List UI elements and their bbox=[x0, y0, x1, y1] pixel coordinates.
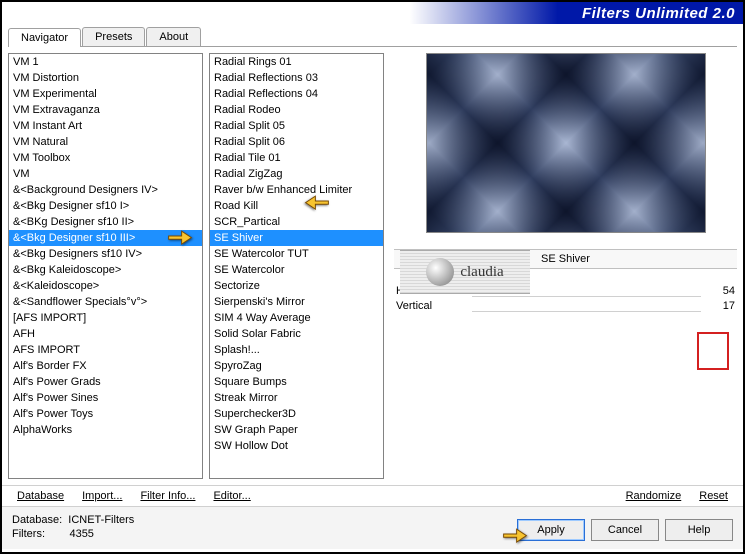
list-item[interactable]: &<Sandflower Specials°v°> bbox=[9, 294, 202, 310]
list-item[interactable]: Alf's Power Grads bbox=[9, 374, 202, 390]
preview-image bbox=[426, 53, 706, 233]
list-item[interactable]: Radial Split 06 bbox=[210, 134, 383, 150]
list-item[interactable]: Radial Tile 01 bbox=[210, 150, 383, 166]
list-item[interactable]: SE Watercolor TUT bbox=[210, 246, 383, 262]
list-item[interactable]: Alf's Power Toys bbox=[9, 406, 202, 422]
status-bar: Database: ICNET-Filters Filters: 4355 Ap… bbox=[2, 506, 743, 549]
filter-listbox[interactable]: Radial Rings 01Radial Reflections 03Radi… bbox=[209, 53, 384, 479]
database-link[interactable]: Database bbox=[14, 490, 67, 502]
list-item[interactable]: SW Graph Paper bbox=[210, 422, 383, 438]
import-link[interactable]: Import... bbox=[79, 490, 125, 502]
param-row-vertical: Vertical 17 bbox=[394, 300, 737, 312]
list-item[interactable]: &<BKg Designer sf10 II> bbox=[9, 214, 202, 230]
list-item[interactable]: Radial ZigZag bbox=[210, 166, 383, 182]
param-slider-horizontal[interactable] bbox=[472, 285, 701, 297]
param-value: 54 bbox=[707, 285, 735, 297]
list-item[interactable]: SpyroZag bbox=[210, 358, 383, 374]
db-value: ICNET-Filters bbox=[68, 514, 134, 526]
right-panel: SE Shiver Horizontal 54 Vertical 17 bbox=[390, 53, 737, 479]
list-item[interactable]: Solid Solar Fabric bbox=[210, 326, 383, 342]
list-item[interactable]: &<Bkg Kaleidoscope> bbox=[9, 262, 202, 278]
list-item[interactable]: VM Distortion bbox=[9, 70, 202, 86]
list-item[interactable]: &<Bkg Designer sf10 III> bbox=[9, 230, 202, 246]
toolbar: Database Import... Filter Info... Editor… bbox=[2, 485, 743, 506]
list-item[interactable]: SCR_Partical bbox=[210, 214, 383, 230]
list-item[interactable]: Road Kill bbox=[210, 198, 383, 214]
filters-value: 4355 bbox=[69, 528, 93, 540]
filter-info-link[interactable]: Filter Info... bbox=[137, 490, 198, 502]
current-filter-label: SE Shiver bbox=[394, 249, 737, 269]
list-item[interactable]: SIM 4 Way Average bbox=[210, 310, 383, 326]
title-bar: Filters Unlimited 2.0 bbox=[2, 2, 743, 24]
list-item[interactable]: Radial Split 05 bbox=[210, 118, 383, 134]
param-label: Horizontal bbox=[396, 285, 466, 297]
main-area: VM 1VM DistortionVM ExperimentalVM Extra… bbox=[2, 47, 743, 485]
tab-strip: Navigator Presets About bbox=[8, 24, 737, 47]
param-slider-vertical[interactable] bbox=[472, 300, 701, 312]
list-item[interactable]: VM Toolbox bbox=[9, 150, 202, 166]
param-label: Vertical bbox=[396, 300, 466, 312]
apply-button[interactable]: Apply bbox=[517, 519, 585, 541]
app-title: Filters Unlimited 2.0 bbox=[582, 5, 735, 22]
list-item[interactable]: Streak Mirror bbox=[210, 390, 383, 406]
list-item[interactable]: &<Kaleidoscope> bbox=[9, 278, 202, 294]
category-listbox[interactable]: VM 1VM DistortionVM ExperimentalVM Extra… bbox=[8, 53, 203, 479]
db-label: Database: bbox=[12, 514, 62, 526]
list-item[interactable]: AFH bbox=[9, 326, 202, 342]
tab-about[interactable]: About bbox=[146, 27, 201, 46]
list-item[interactable]: Radial Reflections 03 bbox=[210, 70, 383, 86]
list-item[interactable]: VM Extravaganza bbox=[9, 102, 202, 118]
list-item[interactable]: AlphaWorks bbox=[9, 422, 202, 438]
tab-presets[interactable]: Presets bbox=[82, 27, 145, 46]
help-button[interactable]: Help bbox=[665, 519, 733, 541]
list-item[interactable]: VM bbox=[9, 166, 202, 182]
list-item[interactable]: &<Bkg Designers sf10 IV> bbox=[9, 246, 202, 262]
list-item[interactable]: Splash!... bbox=[210, 342, 383, 358]
list-item[interactable]: &<Background Designers IV> bbox=[9, 182, 202, 198]
list-item[interactable]: Radial Reflections 04 bbox=[210, 86, 383, 102]
list-item[interactable]: VM Experimental bbox=[9, 86, 202, 102]
reset-link[interactable]: Reset bbox=[696, 490, 731, 502]
list-item[interactable]: VM Natural bbox=[9, 134, 202, 150]
list-item[interactable]: &<Bkg Designer sf10 I> bbox=[9, 198, 202, 214]
list-item[interactable]: Square Bumps bbox=[210, 374, 383, 390]
param-row-horizontal: Horizontal 54 bbox=[394, 285, 737, 297]
list-item[interactable]: SE Watercolor bbox=[210, 262, 383, 278]
dialog-buttons: Apply Cancel Help bbox=[517, 519, 733, 541]
list-item[interactable]: Alf's Border FX bbox=[9, 358, 202, 374]
list-item[interactable]: Radial Rings 01 bbox=[210, 54, 383, 70]
list-item[interactable]: SW Hollow Dot bbox=[210, 438, 383, 454]
list-item[interactable]: Alf's Power Sines bbox=[9, 390, 202, 406]
list-item[interactable]: Radial Rodeo bbox=[210, 102, 383, 118]
param-value: 17 bbox=[707, 300, 735, 312]
list-item[interactable]: VM 1 bbox=[9, 54, 202, 70]
list-item[interactable]: [AFS IMPORT] bbox=[9, 310, 202, 326]
list-item[interactable]: VM Instant Art bbox=[9, 118, 202, 134]
list-item[interactable]: Sectorize bbox=[210, 278, 383, 294]
filters-label: Filters: bbox=[12, 528, 45, 540]
cancel-button[interactable]: Cancel bbox=[591, 519, 659, 541]
list-item[interactable]: SE Shiver bbox=[210, 230, 383, 246]
highlight-box bbox=[697, 332, 729, 370]
randomize-link[interactable]: Randomize bbox=[623, 490, 685, 502]
list-item[interactable]: Superchecker3D bbox=[210, 406, 383, 422]
list-item[interactable]: Sierpenski's Mirror bbox=[210, 294, 383, 310]
editor-link[interactable]: Editor... bbox=[210, 490, 253, 502]
list-item[interactable]: Raver b/w Enhanced Limiter bbox=[210, 182, 383, 198]
list-item[interactable]: AFS IMPORT bbox=[9, 342, 202, 358]
status-text: Database: ICNET-Filters Filters: 4355 bbox=[12, 513, 134, 541]
tab-navigator[interactable]: Navigator bbox=[8, 28, 81, 47]
